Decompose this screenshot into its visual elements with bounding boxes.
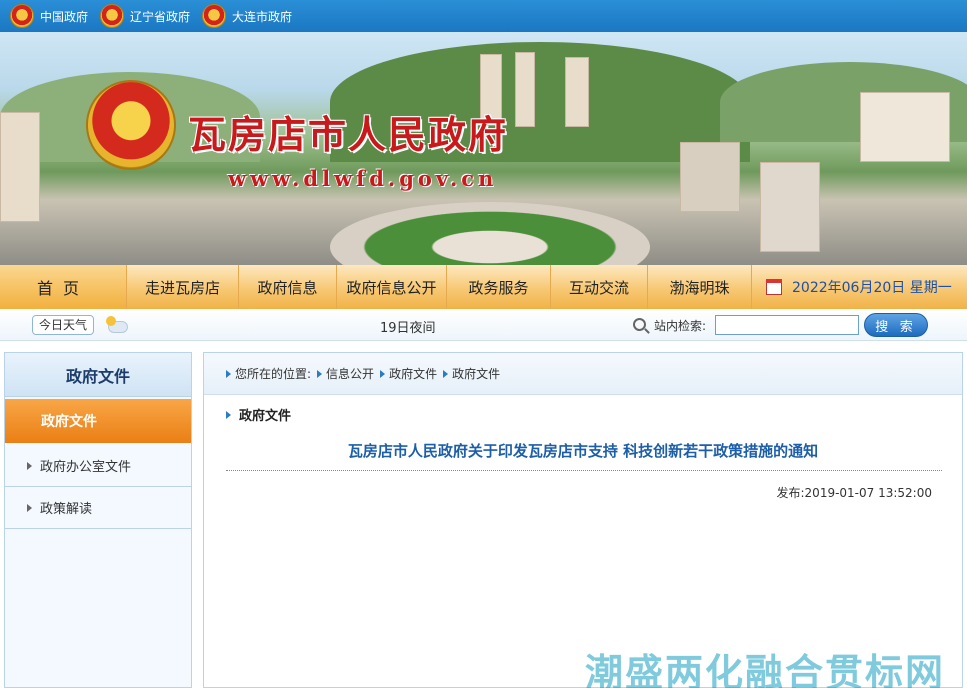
banner-building [565,57,589,127]
breadcrumb-arrow-icon [317,369,323,378]
banner-plaza [330,202,650,265]
banner-building [680,142,740,212]
breadcrumb: 您所在的位置: 信息公开 政府文件 政府文件 [204,353,962,395]
search-label: 站内检索: [654,319,707,333]
link-central-government[interactable]: 中国政府 [10,4,88,28]
section-heading: 政府文件 [226,405,291,424]
title-divider [226,470,942,471]
weather-button[interactable]: 今日天气 [32,315,95,335]
search-input[interactable] [715,315,859,335]
date-text: 2022年06月20日 星期一 [792,280,952,296]
sidebar-item-label: 政府办公室文件 [40,460,132,475]
sidebar-item-office-documents[interactable]: 政府办公室文件 [5,445,191,487]
weather-cloud-icon [106,316,128,333]
national-emblem-icon [202,4,227,28]
government-emblem-icon [86,80,176,170]
national-emblem-icon [10,4,34,28]
breadcrumb-link-government-documents[interactable]: 政府文件 [389,365,437,382]
nav-home[interactable]: 首页 [0,265,127,309]
nav-bohai-pearl[interactable]: 渤海明珠 [648,265,752,309]
article-title: 瓦房店市人民政府关于印发瓦房店市支持 科技创新若干政策措施的通知 [347,442,819,460]
bullet-icon [27,503,32,512]
sidebar-item-label: 政策解读 [40,502,93,517]
banner-building [860,92,950,162]
link-liaoning-government[interactable]: 辽宁省政府 [100,4,190,28]
top-link-bar: 中国政府 辽宁省政府 大连市政府 [0,0,967,32]
section-arrow-icon [226,410,231,419]
site-url: www.dlwfd.gov.cn [228,166,498,191]
breadcrumb-prefix: 您所在的位置: [235,367,312,381]
link-label: 大连市政府 [232,9,293,24]
national-emblem-icon [100,4,125,28]
breadcrumb-link-info-disclosure[interactable]: 信息公开 [326,365,374,382]
current-date: 2022年06月20日 星期一 [752,277,952,297]
nav-info-disclosure[interactable]: 政府信息公开 [337,265,447,309]
sidebar-item-government-documents[interactable]: 政府文件 [5,399,191,443]
nav-about-wafangdian[interactable]: 走进瓦房店 [127,265,239,309]
search-button[interactable]: 搜 索 [864,313,928,337]
site-title: 瓦房店市人民政府 [188,112,509,157]
banner-building [515,52,535,127]
utility-bar: 今日天气 19日夜间 站内检索: 搜 索 [0,309,967,341]
calendar-icon [766,279,782,295]
weather-text: 19日夜间 [380,321,436,336]
nav-interaction[interactable]: 互动交流 [551,265,648,309]
bullet-icon [27,461,32,470]
nav-government-info[interactable]: 政府信息 [239,265,337,309]
link-label: 中国政府 [40,9,89,24]
sidebar: 政府文件 政府文件 政府办公室文件 政策解读 [4,352,192,688]
sidebar-title: 政府文件 [5,353,191,397]
breadcrumb-link-current[interactable]: 政府文件 [452,365,500,382]
link-dalian-government[interactable]: 大连市政府 [202,4,292,28]
banner-building [0,112,40,222]
search-icon [633,318,646,331]
breadcrumb-arrow-icon [380,369,386,378]
section-title: 政府文件 [239,409,292,424]
header-banner: 瓦房店市人民政府 www.dlwfd.gov.cn [0,32,967,265]
watermark-text: 潮盛两化融合贯标网 [585,651,946,688]
banner-building [760,162,820,252]
nav-government-services[interactable]: 政务服务 [447,265,551,309]
main-content: 您所在的位置: 信息公开 政府文件 政府文件 政府文件 瓦房店市人民政府关于印发… [203,352,963,688]
sidebar-item-policy-interpretation[interactable]: 政策解读 [5,487,191,529]
link-label: 辽宁省政府 [130,9,191,24]
main-nav: 首页 走进瓦房店 政府信息 政府信息公开 政务服务 互动交流 渤海明珠 2022… [0,265,967,309]
breadcrumb-arrow-icon [226,369,231,378]
publish-date: 发布:2019-01-07 13:52:00 [776,486,933,500]
breadcrumb-arrow-icon [443,369,449,378]
